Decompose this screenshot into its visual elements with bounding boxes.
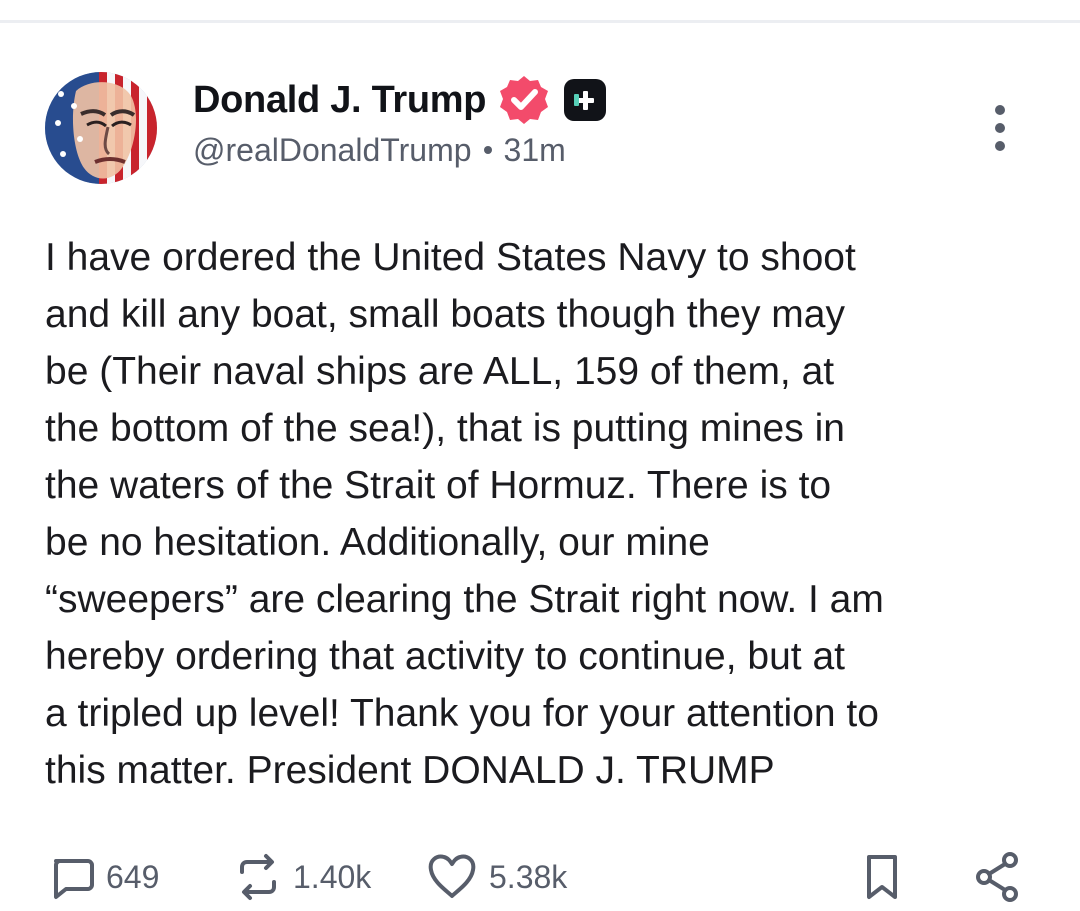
author-handle-row: @realDonaldTrump 31m	[193, 134, 566, 166]
separator-dot	[483, 146, 492, 154]
truth-plus-icon	[562, 77, 608, 123]
post-card: Donald J. Trump @realDonaldTrump 31m I h…	[0, 0, 1080, 911]
post-time[interactable]: 31m	[504, 134, 566, 166]
share-icon	[976, 852, 1018, 902]
like-button[interactable]: 5.38k	[425, 846, 567, 908]
repost-icon	[240, 854, 276, 900]
author-name-row: Donald J. Trump	[193, 75, 608, 125]
author-display-name[interactable]: Donald J. Trump	[193, 81, 487, 119]
more-vertical-icon	[995, 105, 1005, 151]
post-actions: 649 1.40k 5.38k	[0, 846, 1080, 908]
reply-button[interactable]: 649	[48, 846, 159, 908]
like-count: 5.38k	[489, 858, 568, 895]
author-handle[interactable]: @realDonaldTrump	[193, 134, 472, 166]
reply-count: 649	[106, 858, 160, 895]
more-options-button[interactable]	[978, 98, 1022, 158]
bookmark-button[interactable]	[860, 846, 904, 908]
share-button[interactable]	[970, 846, 1024, 908]
truth-social-post-page: Donald J. Trump @realDonaldTrump 31m I h…	[0, 0, 1080, 911]
repost-button[interactable]: 1.40k	[233, 846, 371, 908]
post-body-text: I have ordered the United States Navy to…	[45, 236, 884, 792]
bookmark-icon	[867, 855, 897, 899]
reply-icon	[54, 859, 94, 899]
verified-badge-icon	[496, 72, 552, 128]
repost-count: 1.40k	[293, 858, 372, 895]
author-avatar[interactable]	[45, 72, 157, 184]
heart-icon	[428, 854, 476, 898]
